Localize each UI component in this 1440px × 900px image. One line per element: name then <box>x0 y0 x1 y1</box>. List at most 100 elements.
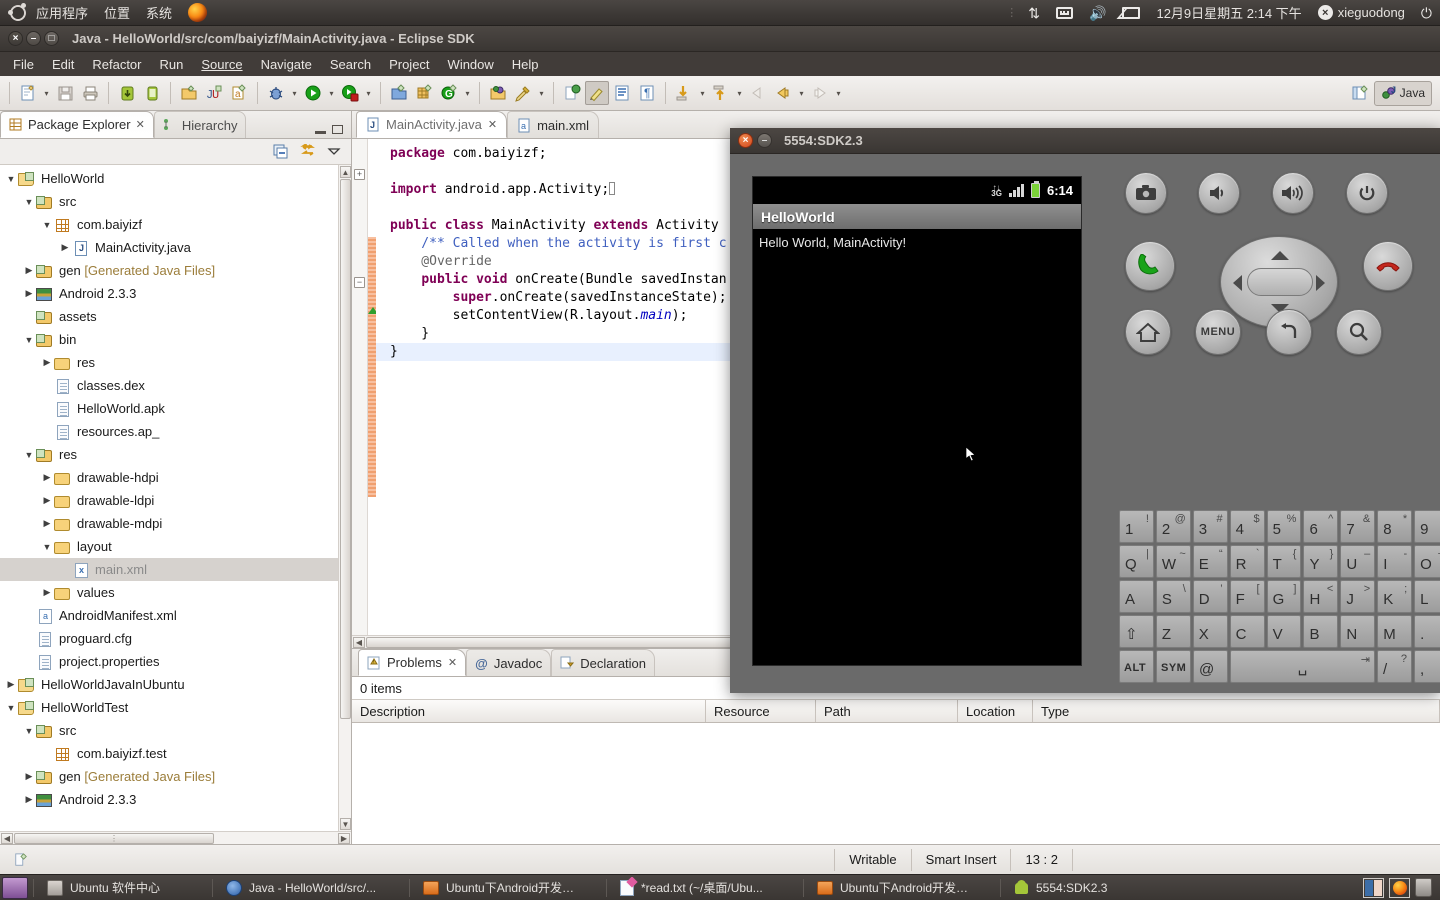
tree-expand-arrow[interactable]: ▼ <box>4 703 18 713</box>
tree-item[interactable]: ▶ main.xml <box>0 558 351 581</box>
tree-horizontal-scrollbar[interactable]: ◀ ⋮ ▶ <box>0 831 351 844</box>
tree-vertical-scrollbar[interactable]: ▲ ▼ <box>338 165 351 831</box>
home-button[interactable] <box>1125 309 1171 355</box>
camera-button[interactable] <box>1125 172 1167 214</box>
key-Z[interactable]: Z <box>1155 615 1191 648</box>
taskbar-item[interactable]: Ubuntu下Android开发… <box>809 877 995 899</box>
tree-item[interactable]: ▼ HelloWorldTest <box>0 696 351 719</box>
emulator-titlebar[interactable]: × – 5554:SDK2.3 <box>730 128 1440 154</box>
taskbar-item[interactable]: Ubuntu 软件中心 <box>39 877 207 899</box>
tree-item[interactable]: ▶ drawable-ldpi <box>0 489 351 512</box>
taskbar-item[interactable]: Java - HelloWorld/src/... <box>218 877 404 899</box>
key-Q[interactable]: Q | <box>1119 545 1154 578</box>
key-A[interactable]: A <box>1119 580 1154 613</box>
next-edit-dropdown[interactable]: ▾ <box>697 81 708 105</box>
key-4[interactable]: 4 $ <box>1229 510 1265 543</box>
key-F[interactable]: F[ <box>1229 580 1265 613</box>
open-perspective-icon[interactable] <box>1348 81 1372 105</box>
ubuntu-logo-icon[interactable] <box>8 2 26 21</box>
tree-item[interactable]: ▼ res <box>0 443 351 466</box>
key-T[interactable]: T{ <box>1266 545 1302 578</box>
tree-item[interactable]: ▶ drawable-hdpi <box>0 466 351 489</box>
toggle-mark-occurrences-icon[interactable] <box>585 81 609 105</box>
key-W[interactable]: W ~ <box>1155 545 1191 578</box>
back-button[interactable] <box>1266 309 1312 355</box>
menu-places[interactable]: 位置 <box>96 0 138 26</box>
dpad-up-icon[interactable] <box>1271 251 1289 260</box>
column-location[interactable]: Location <box>958 700 1033 722</box>
tree-expand-arrow[interactable]: ▶ <box>22 265 36 276</box>
keyboard-indicator[interactable] <box>1048 0 1081 26</box>
new-java-project-icon[interactable] <box>177 81 201 105</box>
show-print-margin-icon[interactable]: ¶ <box>635 81 659 105</box>
next-edit-icon[interactable] <box>672 81 696 105</box>
tree-expand-arrow[interactable]: ▶ <box>40 472 54 483</box>
new-java-class-icon[interactable] <box>387 81 411 105</box>
tree-item[interactable]: ▶ classes.dex <box>0 374 351 397</box>
fold-collapse-icon[interactable]: − <box>354 277 365 288</box>
key-8[interactable]: 8 * <box>1377 510 1413 543</box>
tree-expand-arrow[interactable]: ▼ <box>22 726 36 736</box>
show-whitespace-icon[interactable] <box>610 81 634 105</box>
previous-edit-dropdown[interactable]: ▾ <box>734 81 745 105</box>
menu-applications[interactable]: 应用程序 <box>28 0 96 26</box>
key-X[interactable]: X <box>1192 615 1228 648</box>
tree-expand-arrow[interactable]: ▶ <box>40 587 54 598</box>
tree-item[interactable]: ▶ drawable-mdpi <box>0 512 351 535</box>
trash-icon[interactable] <box>1415 878 1432 897</box>
tree-expand-arrow[interactable]: ▶ <box>58 242 72 253</box>
debug-icon[interactable] <box>264 81 288 105</box>
eclipse-titlebar[interactable]: × – □ Java - HelloWorld/src/com/baiyizf/… <box>0 26 1440 52</box>
menu-system[interactable]: 系统 <box>138 0 180 26</box>
tree-item[interactable]: ▼ HelloWorld <box>0 167 351 190</box>
key-I[interactable]: I- <box>1377 545 1413 578</box>
android-emulator-window[interactable]: × – 5554:SDK2.3 ↑↓ 3G 6:14 HelloWorld Hel… <box>730 128 1440 693</box>
tree-item[interactable]: ▶ resources.ap_ <box>0 420 351 443</box>
emulator-close-button[interactable]: × <box>738 133 753 148</box>
back-dropdown[interactable]: ▾ <box>796 81 807 105</box>
tree-item[interactable]: ▶ gen [Generated Java Files] <box>0 765 351 788</box>
dpad-right-icon[interactable] <box>1316 275 1325 291</box>
volume-up-button[interactable] <box>1272 172 1314 214</box>
key-S[interactable]: S \ <box>1155 580 1191 613</box>
tab-package-explorer[interactable]: Package Explorer ✕ <box>0 111 154 138</box>
editor-marker-column[interactable]: + − <box>352 139 368 635</box>
link-with-editor-icon[interactable] <box>299 143 317 160</box>
tree-expand-arrow[interactable]: ▼ <box>22 197 36 207</box>
tree-item[interactable]: ▶ com.baiyizf.test <box>0 742 351 765</box>
show-desktop-icon[interactable] <box>2 876 28 899</box>
column-resource[interactable]: Resource <box>706 700 816 722</box>
tree-item[interactable]: ▼ src <box>0 719 351 742</box>
tree-item[interactable]: ▶ assets <box>0 305 351 328</box>
eclipse-minimize-button[interactable]: – <box>26 31 41 46</box>
key-ALT[interactable]: ALT <box>1119 650 1154 683</box>
key-O[interactable]: O+ <box>1414 545 1440 578</box>
tree-item[interactable]: ▶ gen [Generated Java Files] <box>0 259 351 282</box>
key-[interactable]: /? <box>1377 650 1412 683</box>
tab-declaration[interactable]: Declaration <box>551 649 656 676</box>
key-E[interactable]: E “ <box>1192 545 1228 578</box>
tree-item[interactable]: ▼ src <box>0 190 351 213</box>
tree-item[interactable]: ▶ MainActivity.java <box>0 236 351 259</box>
menu-run[interactable]: Run <box>151 55 193 74</box>
dpad-center-button[interactable] <box>1247 268 1313 296</box>
key-B[interactable]: B <box>1303 615 1339 648</box>
sync-indicator[interactable]: ⇅ <box>1020 0 1048 26</box>
tree-expand-arrow[interactable]: ▼ <box>22 335 36 345</box>
problems-table-body[interactable] <box>352 723 1440 844</box>
tree-item[interactable]: ▶ HelloWorldJavaInUbuntu <box>0 673 351 696</box>
maximize-view-icon[interactable] <box>332 125 343 134</box>
tree-item[interactable]: ▶ proguard.cfg <box>0 627 351 650</box>
tab-package-explorer-close[interactable]: ✕ <box>136 118 145 131</box>
eclipse-close-button[interactable]: × <box>8 31 23 46</box>
previous-edit-icon[interactable] <box>709 81 733 105</box>
key-3[interactable]: 3 # <box>1192 510 1228 543</box>
menu-source[interactable]: Source <box>192 55 251 74</box>
external-tools-dropdown[interactable]: ▾ <box>363 81 374 105</box>
run-dropdown[interactable]: ▾ <box>326 81 337 105</box>
tree-expand-arrow[interactable]: ▶ <box>22 288 36 299</box>
menu-button[interactable]: MENU <box>1195 309 1241 355</box>
key-N[interactable]: N <box>1340 615 1376 648</box>
column-type[interactable]: Type <box>1033 700 1440 722</box>
android-screen[interactable]: ↑↓ 3G 6:14 HelloWorld Hello World, MainAc… <box>752 176 1082 666</box>
